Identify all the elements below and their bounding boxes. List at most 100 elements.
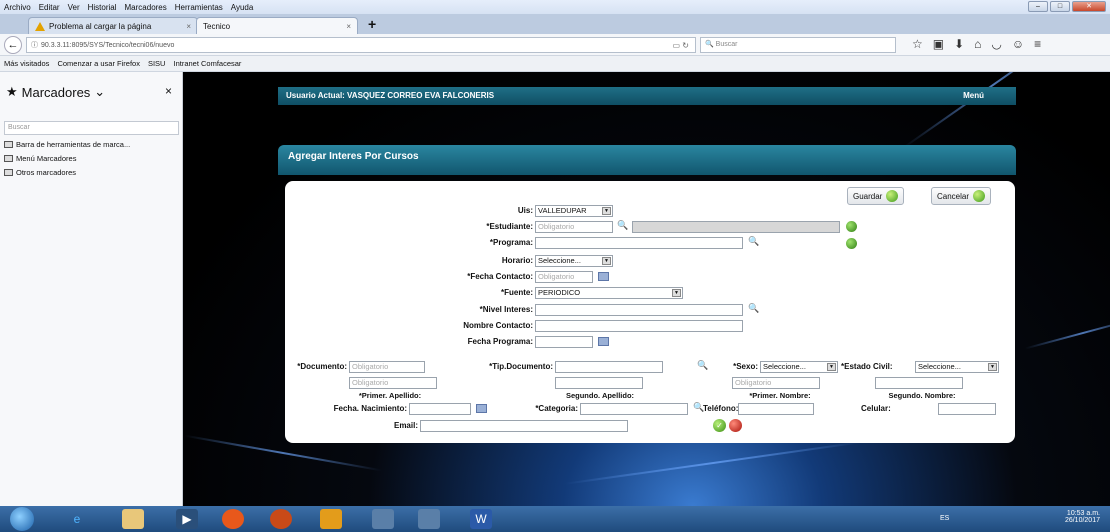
chevron-down-icon: ▼ <box>602 257 611 265</box>
office-icon[interactable] <box>222 509 244 529</box>
fecha-contacto-input[interactable]: Obligatorio <box>535 271 593 283</box>
nivel-interes-input[interactable] <box>535 304 743 316</box>
tab-close-icon[interactable]: × <box>346 22 351 31</box>
search-icon[interactable]: 🔍 <box>617 220 628 231</box>
calendar-icon[interactable] <box>598 272 609 281</box>
uis-select[interactable]: VALLEDUPAR ▼ <box>535 205 613 217</box>
menu-ver[interactable]: Ver <box>68 3 80 12</box>
nivel-interes-label: *Nivel Interes: <box>479 305 533 314</box>
estudiante-input[interactable]: Obligatorio <box>535 221 613 233</box>
sidebar-item-label: Otros marcadores <box>16 168 77 177</box>
cancel-button[interactable]: Cancelar <box>931 187 992 205</box>
bookmark-sisu[interactable]: SISU <box>148 59 166 68</box>
chevron-down-icon: ⌄ <box>94 84 106 99</box>
firefox-icon[interactable] <box>270 509 292 529</box>
search-icon[interactable]: 🔍 <box>748 303 759 314</box>
programa-label: *Programa: <box>489 238 533 247</box>
maximize-button[interactable]: □ <box>1050 1 1070 12</box>
primer-apellido-input[interactable]: Obligatorio <box>349 377 437 389</box>
download-icon[interactable]: ⬇ <box>954 37 964 51</box>
url-bar[interactable]: ⓘ 90.3.3.11:8095/SYS/Tecnico/tecni06/nue… <box>26 37 696 53</box>
menu-marcadores[interactable]: Marcadores <box>125 3 167 12</box>
sexo-select[interactable]: Seleccione... ▼ <box>760 361 838 373</box>
programa-input[interactable] <box>535 237 743 249</box>
new-tab-button[interactable]: + <box>368 16 376 32</box>
uis-label: Uis: <box>517 206 533 215</box>
tab-problema[interactable]: Problema al cargar la página × <box>28 17 198 34</box>
primer-nombre-input[interactable]: Obligatorio <box>732 377 820 389</box>
confirm-icon[interactable]: ✓ <box>713 419 726 432</box>
info-icon[interactable]: ⓘ <box>31 40 38 50</box>
library-icon[interactable]: ▣ <box>933 37 944 51</box>
calendar-icon[interactable] <box>598 337 609 346</box>
reload-icon[interactable]: ▭ ↻ <box>673 41 689 50</box>
fecha-nacimiento-input[interactable] <box>409 403 471 415</box>
tip-documento-input[interactable] <box>555 361 663 373</box>
star-icon: ★ <box>6 84 18 99</box>
status-green-icon <box>846 221 857 232</box>
telefono-input[interactable] <box>738 403 814 415</box>
bookmark-intranet[interactable]: Intranet Comfacesar <box>173 59 241 68</box>
sidebar-item-otros[interactable]: Otros marcadores <box>4 168 76 177</box>
sidebar-header[interactable]: ★ Marcadores ⌄ <box>6 84 105 100</box>
start-button[interactable] <box>10 507 34 531</box>
folder-icon[interactable] <box>122 509 144 529</box>
search-icon[interactable]: 🔍 <box>697 360 708 371</box>
search-input[interactable]: 🔍 Buscar <box>700 37 896 53</box>
fuente-select[interactable]: PERIODICO ▼ <box>535 287 683 299</box>
uis-value: VALLEDUPAR <box>538 206 587 215</box>
sync-icon[interactable]: ☺ <box>1012 37 1024 51</box>
menu-ayuda[interactable]: Ayuda <box>231 3 254 12</box>
back-button[interactable]: ← <box>4 36 22 54</box>
reject-icon[interactable] <box>729 419 742 432</box>
documento-input[interactable]: Obligatorio <box>349 361 425 373</box>
folder-icon <box>4 141 13 148</box>
search-icon[interactable]: 🔍 <box>748 236 759 247</box>
save-label: Guardar <box>853 191 883 201</box>
language-indicator[interactable]: ES <box>940 515 949 522</box>
menu-archivo[interactable]: Archivo <box>4 3 31 12</box>
celular-input[interactable] <box>938 403 996 415</box>
powerpoint-icon[interactable] <box>320 509 342 529</box>
sidebar-item-label: Barra de herramientas de marca... <box>16 140 131 149</box>
menu-editar[interactable]: Editar <box>39 3 60 12</box>
categoria-input[interactable] <box>580 403 688 415</box>
fuente-value: PERIODICO <box>538 288 581 297</box>
telefono-label: Teléfono: <box>703 404 739 413</box>
segundo-apellido-input[interactable] <box>555 377 643 389</box>
nombre-contacto-input[interactable] <box>535 320 743 332</box>
estado-civil-select[interactable]: Seleccione... ▼ <box>915 361 999 373</box>
sidebar-close-icon[interactable]: × <box>165 84 172 98</box>
email-input[interactable] <box>420 420 628 432</box>
paint-icon[interactable] <box>418 509 440 529</box>
word-icon[interactable]: W <box>470 509 492 529</box>
ie-icon[interactable]: e <box>66 509 88 529</box>
sidebar-item-toolbar[interactable]: Barra de herramientas de marca... <box>4 140 130 149</box>
calendar-icon[interactable] <box>476 404 487 413</box>
remote-desktop-icon[interactable] <box>372 509 394 529</box>
menu-historial[interactable]: Historial <box>88 3 117 12</box>
tab-tecnico[interactable]: Tecnico × <box>196 17 358 34</box>
sidebar-search-input[interactable]: Buscar <box>4 121 179 135</box>
media-player-icon[interactable]: ▶ <box>176 509 198 529</box>
panel-title: Agregar Interes Por Cursos <box>278 145 1016 175</box>
save-button[interactable]: Guardar <box>847 187 905 205</box>
segundo-nombre-input[interactable] <box>875 377 963 389</box>
home-icon[interactable]: ⌂ <box>974 37 981 51</box>
menu-herramientas[interactable]: Herramientas <box>175 3 223 12</box>
fecha-programa-input[interactable] <box>535 336 593 348</box>
chevron-down-icon: ▼ <box>672 289 681 297</box>
menu-link[interactable]: Menú <box>963 87 984 105</box>
hamburger-menu-icon[interactable]: ≡ <box>1034 37 1041 51</box>
email-label: Email: <box>393 421 418 430</box>
clock[interactable]: 10:53 a.m. 26/10/2017 <box>1065 510 1100 524</box>
tab-close-icon[interactable]: × <box>186 22 191 31</box>
pocket-icon[interactable]: ◡ <box>991 37 1001 51</box>
horario-select[interactable]: Seleccione... ▼ <box>535 255 613 267</box>
close-window-button[interactable]: ✕ <box>1072 1 1106 12</box>
bookmark-mas-visitados[interactable]: Más visitados <box>4 59 49 68</box>
sidebar-item-menu[interactable]: Menú Marcadores <box>4 154 76 163</box>
bookmark-comenzar-firefox[interactable]: Comenzar a usar Firefox <box>57 59 140 68</box>
minimize-button[interactable]: – <box>1028 1 1048 12</box>
bookmark-star-icon[interactable]: ☆ <box>912 37 923 51</box>
